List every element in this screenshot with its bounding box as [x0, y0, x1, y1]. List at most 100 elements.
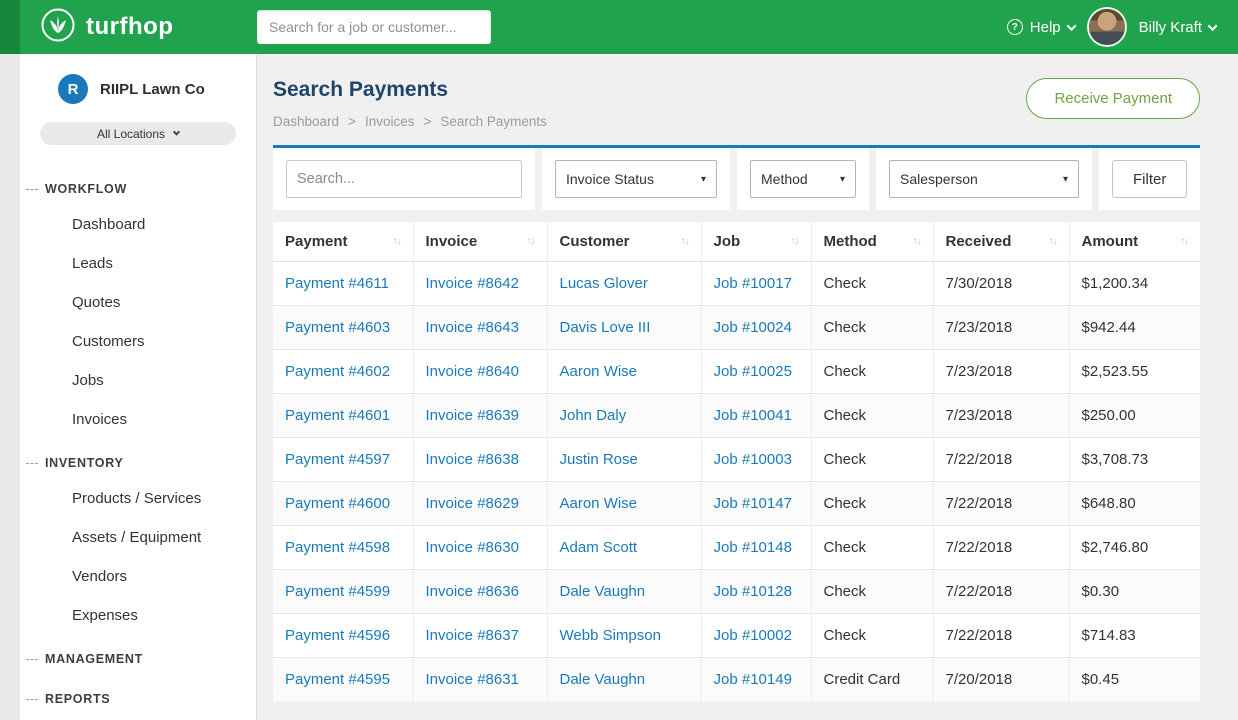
col-amount[interactable]: Amount↑↓ — [1069, 222, 1200, 262]
company-name: RIIPL Lawn Co — [100, 81, 205, 98]
page-title: Search Payments — [273, 78, 547, 102]
job-link[interactable]: Job #10147 — [701, 482, 811, 526]
payment-link[interactable]: Payment #4599 — [273, 570, 413, 614]
payment-link[interactable]: Payment #4603 — [273, 306, 413, 350]
sidebar-item-expenses[interactable]: Expenses — [20, 596, 256, 635]
invoice-link[interactable]: Invoice #8630 — [413, 526, 547, 570]
sidebar-item-jobs[interactable]: Jobs — [20, 361, 256, 400]
received-cell: 7/22/2018 — [933, 570, 1069, 614]
customer-link[interactable]: John Daly — [547, 394, 701, 438]
brand[interactable]: turfhop — [20, 7, 257, 48]
sidebar-item-customers[interactable]: Customers — [20, 322, 256, 361]
customer-link[interactable]: Aaron Wise — [547, 482, 701, 526]
invoice-link[interactable]: Invoice #8637 — [413, 614, 547, 658]
payment-link[interactable]: Payment #4600 — [273, 482, 413, 526]
topbar: turfhop ? Help Billy Kraft — [0, 0, 1238, 54]
col-customer[interactable]: Customer↑↓ — [547, 222, 701, 262]
customer-link[interactable]: Dale Vaughn — [547, 570, 701, 614]
sidebar-item-leads[interactable]: Leads — [20, 244, 256, 283]
job-link[interactable]: Job #10017 — [701, 262, 811, 306]
payment-link[interactable]: Payment #4611 — [273, 262, 413, 306]
payments-search-input[interactable] — [286, 160, 522, 198]
breadcrumb: Dashboard > Invoices > Search Payments — [273, 114, 547, 129]
payment-link[interactable]: Payment #4602 — [273, 350, 413, 394]
breadcrumb-separator: > — [423, 114, 431, 129]
job-link[interactable]: Job #10148 — [701, 526, 811, 570]
received-cell: 7/23/2018 — [933, 394, 1069, 438]
sidebar-item-vendors[interactable]: Vendors — [20, 557, 256, 596]
payment-link[interactable]: Payment #4596 — [273, 614, 413, 658]
table-header-row: Payment↑↓ Invoice↑↓ Customer↑↓ Job↑↓ Met… — [273, 222, 1200, 262]
invoice-link[interactable]: Invoice #8636 — [413, 570, 547, 614]
amount-cell: $714.83 — [1069, 614, 1200, 658]
salesperson-select[interactable]: Salesperson ▾ — [889, 160, 1079, 198]
invoice-status-select[interactable]: Invoice Status ▾ — [555, 160, 717, 198]
payment-link[interactable]: Payment #4595 — [273, 658, 413, 702]
global-search — [257, 10, 491, 44]
customer-link[interactable]: Adam Scott — [547, 526, 701, 570]
breadcrumb-dashboard[interactable]: Dashboard — [273, 114, 339, 129]
job-link[interactable]: Job #10149 — [701, 658, 811, 702]
method-cell: Check — [811, 570, 933, 614]
user-avatar[interactable] — [1089, 9, 1125, 45]
invoice-status-value: Invoice Status — [566, 171, 654, 187]
user-menu[interactable]: Billy Kraft — [1139, 19, 1216, 36]
received-cell: 7/22/2018 — [933, 482, 1069, 526]
table-row: Payment #4611 Invoice #8642 Lucas Glover… — [273, 262, 1200, 306]
company-header[interactable]: R RIIPL Lawn Co — [20, 70, 256, 108]
invoice-link[interactable]: Invoice #8639 — [413, 394, 547, 438]
sidebar-item-quotes[interactable]: Quotes — [20, 283, 256, 322]
sort-icon: ↑↓ — [791, 236, 799, 247]
invoice-link[interactable]: Invoice #8631 — [413, 658, 547, 702]
sidebar-item-assets-equipment[interactable]: Assets / Equipment — [20, 518, 256, 557]
sidebar-item-invoices[interactable]: Invoices — [20, 400, 256, 439]
customer-link[interactable]: Aaron Wise — [547, 350, 701, 394]
invoice-link[interactable]: Invoice #8640 — [413, 350, 547, 394]
customer-link[interactable]: Webb Simpson — [547, 614, 701, 658]
filter-button[interactable]: Filter — [1112, 160, 1187, 198]
received-cell: 7/20/2018 — [933, 658, 1069, 702]
col-invoice[interactable]: Invoice↑↓ — [413, 222, 547, 262]
table-row: Payment #4599 Invoice #8636 Dale Vaughn … — [273, 570, 1200, 614]
customer-link[interactable]: Davis Love III — [547, 306, 701, 350]
method-cell: Check — [811, 306, 933, 350]
invoice-link[interactable]: Invoice #8643 — [413, 306, 547, 350]
job-link[interactable]: Job #10002 — [701, 614, 811, 658]
received-cell: 7/23/2018 — [933, 350, 1069, 394]
col-method[interactable]: Method↑↓ — [811, 222, 933, 262]
sidebar-section-workflow: WORKFLOW — [20, 171, 256, 205]
method-select[interactable]: Method ▾ — [750, 160, 856, 198]
job-link[interactable]: Job #10024 — [701, 306, 811, 350]
job-link[interactable]: Job #10128 — [701, 570, 811, 614]
invoice-link[interactable]: Invoice #8642 — [413, 262, 547, 306]
locations-selector[interactable]: All Locations — [40, 122, 236, 145]
col-received[interactable]: Received↑↓ — [933, 222, 1069, 262]
job-link[interactable]: Job #10003 — [701, 438, 811, 482]
job-link[interactable]: Job #10025 — [701, 350, 811, 394]
breadcrumb-current: Search Payments — [440, 114, 547, 129]
table-row: Payment #4600 Invoice #8629 Aaron Wise J… — [273, 482, 1200, 526]
payment-link[interactable]: Payment #4598 — [273, 526, 413, 570]
job-link[interactable]: Job #10041 — [701, 394, 811, 438]
help-menu[interactable]: ? Help — [1007, 19, 1075, 36]
col-job[interactable]: Job↑↓ — [701, 222, 811, 262]
breadcrumb-invoices[interactable]: Invoices — [365, 114, 415, 129]
receive-payment-button[interactable]: Receive Payment — [1026, 78, 1200, 119]
global-search-input[interactable] — [257, 10, 491, 44]
payment-link[interactable]: Payment #4601 — [273, 394, 413, 438]
amount-cell: $0.30 — [1069, 570, 1200, 614]
invoice-link[interactable]: Invoice #8638 — [413, 438, 547, 482]
invoice-link[interactable]: Invoice #8629 — [413, 482, 547, 526]
amount-cell: $1,200.34 — [1069, 262, 1200, 306]
sidebar-item-dashboard[interactable]: Dashboard — [20, 205, 256, 244]
help-icon: ? — [1007, 19, 1023, 35]
customer-link[interactable]: Justin Rose — [547, 438, 701, 482]
col-payment[interactable]: Payment↑↓ — [273, 222, 413, 262]
payment-link[interactable]: Payment #4597 — [273, 438, 413, 482]
dropdown-arrow-icon: ▾ — [840, 174, 845, 185]
sidebar-item-products-services[interactable]: Products / Services — [20, 479, 256, 518]
customer-link[interactable]: Lucas Glover — [547, 262, 701, 306]
table-row: Payment #4603 Invoice #8643 Davis Love I… — [273, 306, 1200, 350]
method-value: Method — [761, 171, 808, 187]
customer-link[interactable]: Dale Vaughn — [547, 658, 701, 702]
